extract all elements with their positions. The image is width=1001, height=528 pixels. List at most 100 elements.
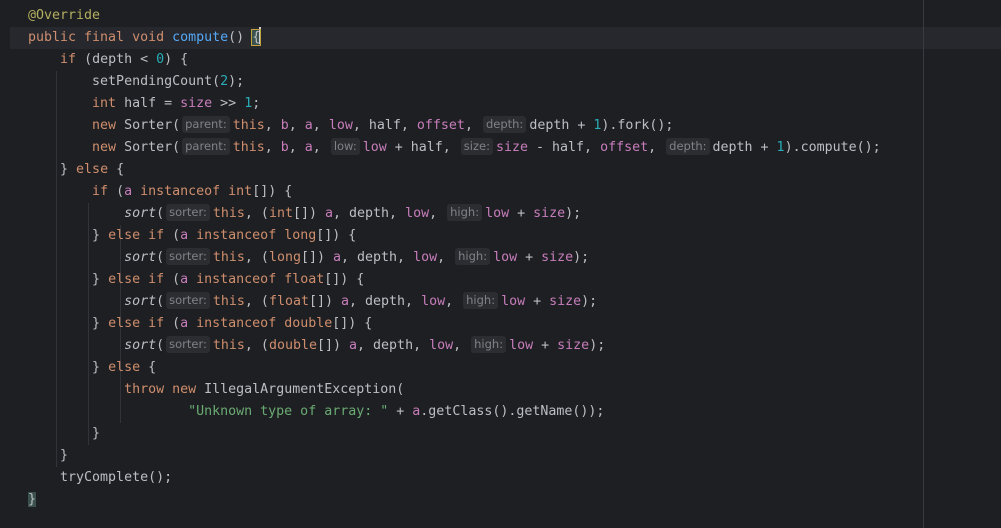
code-token: throw new	[124, 382, 205, 397]
code-line[interactable]: setPendingCount(2);	[28, 71, 244, 93]
parameter-hint: low:	[330, 138, 360, 155]
code-token: ,	[288, 118, 305, 133]
code-token: a	[180, 272, 197, 287]
code-token: }	[28, 426, 101, 441]
code-token: Sorter(	[124, 140, 181, 155]
code-token: low	[509, 338, 534, 353]
right-margin-guide	[923, 0, 924, 528]
code-token: }	[28, 316, 109, 331]
parameter-hint: sorter:	[166, 204, 210, 221]
code-token: []) {	[332, 316, 373, 331]
code-editor[interactable]: @Override public final void compute() { i…	[0, 0, 1001, 528]
code-line[interactable]: } else if (a instanceof double[]) {	[28, 313, 372, 335]
code-token: }	[28, 272, 109, 287]
code-token: ,	[312, 140, 329, 155]
code-token: float	[268, 294, 309, 309]
code-token: else	[108, 360, 149, 375]
code-token: "Unknown type of array: "	[188, 404, 389, 419]
code-line[interactable]: throw new IllegalArgumentException(	[28, 379, 404, 401]
code-token: {	[116, 162, 125, 177]
code-token: new	[92, 140, 125, 155]
code-token: a	[325, 206, 334, 221]
code-line[interactable]: } else if (a instanceof float[]) {	[28, 269, 364, 291]
code-line[interactable]: int half = size >> 1;	[28, 93, 260, 115]
code-line[interactable]: "Unknown type of array: " + a.getClass()…	[28, 401, 604, 423]
code-token: else if	[108, 316, 173, 331]
parameter-hint: parent:	[182, 138, 230, 155]
code-token: (	[116, 184, 125, 199]
parameter-hint: parent:	[182, 116, 230, 133]
code-token: a	[304, 118, 313, 133]
code-token: []) {	[316, 228, 357, 243]
code-token: this	[232, 118, 265, 133]
code-token: instanceof double	[196, 316, 333, 331]
code-token: , (	[244, 206, 269, 221]
code-token: ;	[252, 96, 261, 111]
code-token: a	[341, 294, 350, 309]
code-token: (depth <	[84, 52, 157, 67]
code-token: }	[28, 360, 109, 375]
code-line[interactable]: tryComplete();	[28, 467, 172, 489]
code-line[interactable]: if (a instanceof int[]) {	[28, 181, 292, 203]
code-token: {	[148, 360, 157, 375]
code-line[interactable]: sort(sorter: this, (double[]) a, depth, l…	[28, 335, 605, 357]
code-token: , depth,	[349, 294, 422, 309]
code-line[interactable]: sort(sorter: this, (int[]) a, depth, low,…	[28, 203, 581, 225]
code-line[interactable]: }	[28, 423, 100, 445]
code-token: ,	[453, 338, 470, 353]
code-token: []) {	[252, 184, 293, 199]
code-token: a	[333, 250, 342, 265]
code-line[interactable]: sort(sorter: this, (float[]) a, depth, lo…	[28, 291, 597, 313]
code-token: IllegalArgumentException(	[204, 382, 405, 397]
code-line[interactable]: sort(sorter: this, (long[]) a, depth, low…	[28, 247, 589, 269]
code-token: , (	[244, 338, 269, 353]
code-token: 1	[244, 96, 253, 111]
code-token: compute	[172, 30, 229, 45]
parameter-hint: depth:	[482, 116, 527, 133]
code-line[interactable]: new Sorter(parent: this, b, a, low, half,…	[28, 115, 673, 137]
code-token: );	[573, 250, 590, 265]
code-token: [])	[300, 250, 333, 265]
code-line[interactable]: new Sorter(parent: this, b, a, low: low + …	[28, 137, 881, 159]
code-token: int	[268, 206, 293, 221]
code-token: }	[28, 448, 69, 463]
code-line[interactable]: @Override	[28, 5, 100, 27]
code-token: new	[92, 118, 125, 133]
code-token: ,	[429, 206, 446, 221]
code-token: (	[172, 228, 181, 243]
code-line[interactable]: } else {	[28, 357, 156, 379]
code-token: +	[525, 294, 550, 309]
code-token: +	[509, 206, 534, 221]
code-line[interactable]: if (depth < 0) {	[28, 49, 188, 71]
code-token: @Override	[28, 8, 101, 23]
code-line[interactable]: } else if (a instanceof long[]) {	[28, 225, 356, 247]
code-token: +	[533, 338, 558, 353]
code-token: double	[268, 338, 317, 353]
code-token: size	[557, 338, 590, 353]
code-token: offset	[416, 118, 465, 133]
code-token: }	[28, 492, 37, 507]
parameter-hint: size:	[460, 138, 493, 155]
code-token: +	[388, 404, 413, 419]
code-token: low	[421, 294, 446, 309]
code-line[interactable]: }	[28, 489, 37, 511]
code-token: + half,	[386, 140, 459, 155]
code-token: this	[212, 250, 245, 265]
code-token: this	[232, 140, 265, 155]
code-token: instanceof int	[140, 184, 253, 199]
code-token: ,	[445, 294, 462, 309]
code-token: , depth,	[357, 338, 430, 353]
code-line[interactable]: } else {	[28, 159, 124, 181]
code-token: a	[124, 184, 141, 199]
code-token: low	[493, 250, 518, 265]
code-token: a	[180, 228, 197, 243]
code-line[interactable]: }	[28, 445, 68, 467]
code-line[interactable]: public final void compute() {	[28, 27, 262, 49]
code-token: [])	[308, 294, 341, 309]
code-token: instanceof long	[196, 228, 317, 243]
code-token: ,	[648, 140, 665, 155]
